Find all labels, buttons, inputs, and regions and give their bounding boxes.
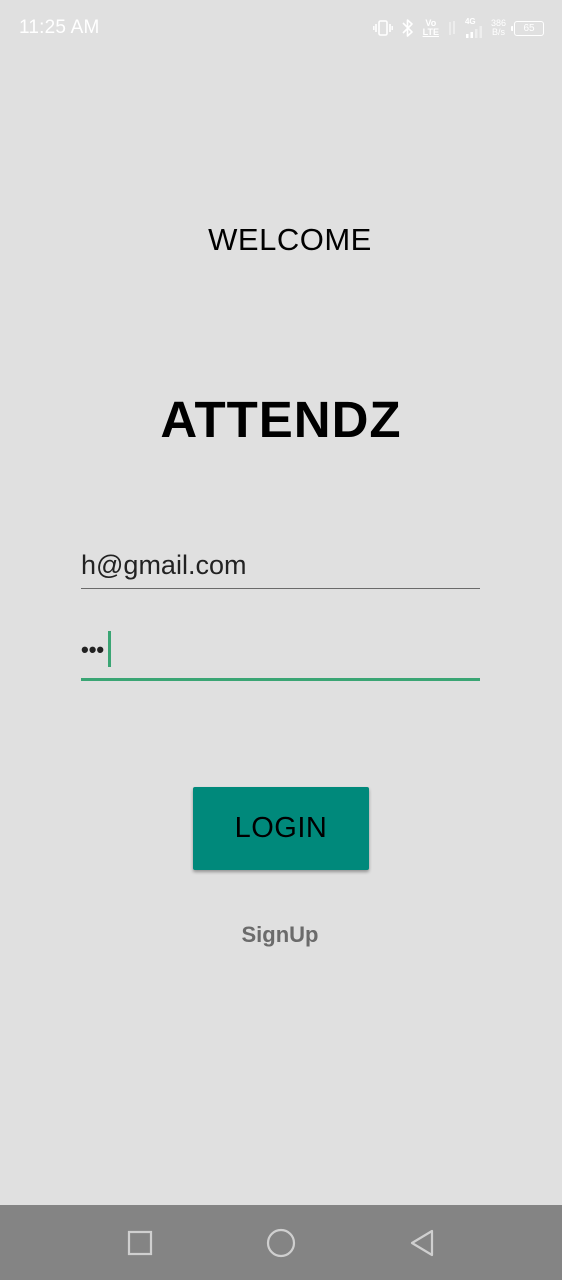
navigation-bar	[0, 1205, 562, 1280]
app-title: ATTENDZ	[160, 391, 402, 448]
home-button[interactable]	[263, 1225, 299, 1261]
email-field[interactable]	[81, 545, 480, 589]
volte-line2: LTE	[422, 27, 439, 37]
status-icons: Vo LTE 4G 386 B/s 65	[372, 14, 544, 42]
bluetooth-icon	[401, 18, 415, 38]
status-bar: 11:25 AM Vo LTE 4G 386 B/s 65	[0, 0, 562, 56]
text-cursor	[108, 631, 111, 667]
battery-level: 65	[523, 22, 535, 34]
network-speed: 386 B/s	[491, 19, 506, 37]
login-button[interactable]: LOGIN	[193, 787, 369, 870]
back-button[interactable]	[404, 1225, 440, 1261]
status-time: 11:25 AM	[19, 17, 100, 38]
email-input[interactable]	[81, 545, 480, 585]
speed-unit: B/s	[491, 27, 505, 37]
recents-icon	[127, 1230, 153, 1256]
home-icon	[266, 1228, 296, 1258]
network-type: 4G	[464, 17, 476, 26]
battery-icon: 65	[511, 20, 544, 36]
volte-indicator: Vo LTE	[423, 19, 439, 37]
data-arrows-icon	[447, 19, 457, 37]
password-input[interactable]: •••	[81, 632, 104, 668]
signal-icon: 4G	[465, 18, 483, 38]
password-field[interactable]: •••	[81, 628, 480, 681]
back-icon	[410, 1229, 434, 1257]
vibrate-icon	[372, 19, 393, 37]
signup-link[interactable]: SignUp	[0, 922, 560, 948]
recents-button[interactable]	[122, 1225, 158, 1261]
welcome-heading: WELCOME	[208, 222, 372, 257]
